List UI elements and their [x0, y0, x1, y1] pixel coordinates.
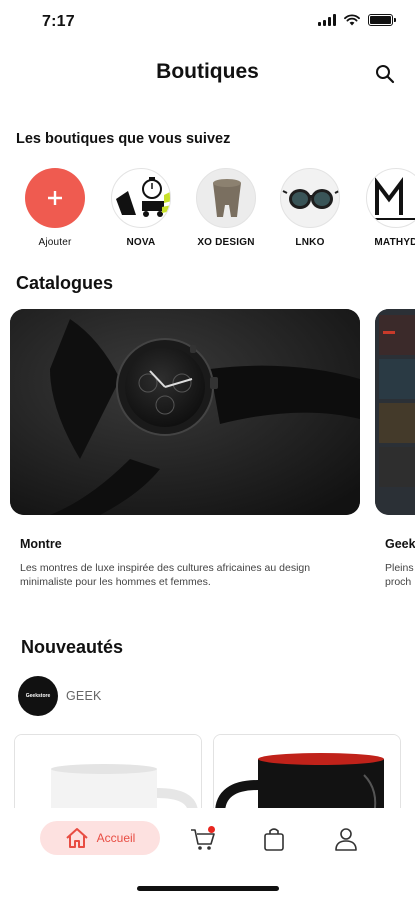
catalog-description: Pleins proch [385, 562, 414, 588]
header: Boutiques [0, 56, 415, 92]
nav-cart-button[interactable] [189, 826, 217, 852]
search-icon[interactable] [373, 62, 397, 86]
cart-badge [208, 826, 215, 833]
shop-label: XO DESIGN [197, 237, 255, 248]
shop-label: MATHYD [374, 237, 415, 248]
shop-logo-xo-design [196, 168, 256, 228]
catalogues-list: Montre Les montres de luxe inspirée des … [0, 309, 415, 609]
shop-item-nova[interactable]: NOVA [103, 168, 179, 248]
status-bar: 7:17 [0, 0, 415, 44]
nav-bag-button[interactable] [260, 826, 288, 852]
catalog-image-games [375, 309, 415, 515]
followed-shops-list: Ajouter NOVA XO DESIGN LNKO MATHYD [0, 168, 415, 258]
shop-item-mathyd[interactable]: MATHYD [358, 168, 415, 248]
nav-home-label: Accueil [96, 831, 136, 845]
page-title: Boutiques [156, 60, 259, 83]
shop-item-lnko[interactable]: LNKO [272, 168, 348, 248]
battery-icon [368, 14, 396, 26]
catalog-name: Montre [20, 537, 62, 551]
followed-shops-title: Les boutiques que vous suivez [16, 131, 231, 147]
nav-profile-button[interactable] [332, 826, 360, 852]
profile-icon [335, 828, 357, 851]
home-indicator[interactable] [137, 886, 279, 891]
shop-logo-mathyd [366, 168, 415, 228]
catalog-card-geek[interactable]: Geek Pleins proch [375, 309, 415, 588]
shop-logo-nova [111, 168, 171, 228]
catalog-name: Geek [385, 537, 415, 551]
home-icon [65, 828, 88, 848]
status-time: 7:17 [42, 13, 75, 30]
shop-item-xo-design[interactable]: XO DESIGN [188, 168, 264, 248]
vendor-avatar-text: Geekstore [25, 693, 51, 699]
shop-label: NOVA [126, 237, 156, 248]
new-arrivals-title: Nouveautés [21, 637, 124, 657]
nav-home-button[interactable]: Accueil [40, 821, 160, 855]
signal-icon [318, 14, 336, 26]
status-icons [318, 14, 396, 26]
plus-icon [25, 168, 85, 228]
wifi-icon [344, 14, 360, 26]
catalog-card-montre[interactable]: Montre Les montres de luxe inspirée des … [10, 309, 360, 588]
vendor-avatar: Geekstore [18, 676, 58, 716]
shop-label: Ajouter [38, 237, 72, 248]
catalogues-title: Catalogues [16, 273, 114, 293]
catalog-image-watch [10, 309, 360, 515]
vendor-row[interactable]: Geekstore GEEK [18, 676, 102, 716]
shopping-bag-icon [264, 828, 284, 851]
vendor-name: GEEK [66, 689, 102, 703]
shop-logo-lnko [280, 168, 340, 228]
shop-label: LNKO [295, 237, 325, 248]
add-shop-button[interactable]: Ajouter [17, 168, 93, 248]
catalog-description: Les montres de luxe inspirée des culture… [20, 562, 311, 588]
bottom-nav: Accueil [0, 808, 415, 900]
